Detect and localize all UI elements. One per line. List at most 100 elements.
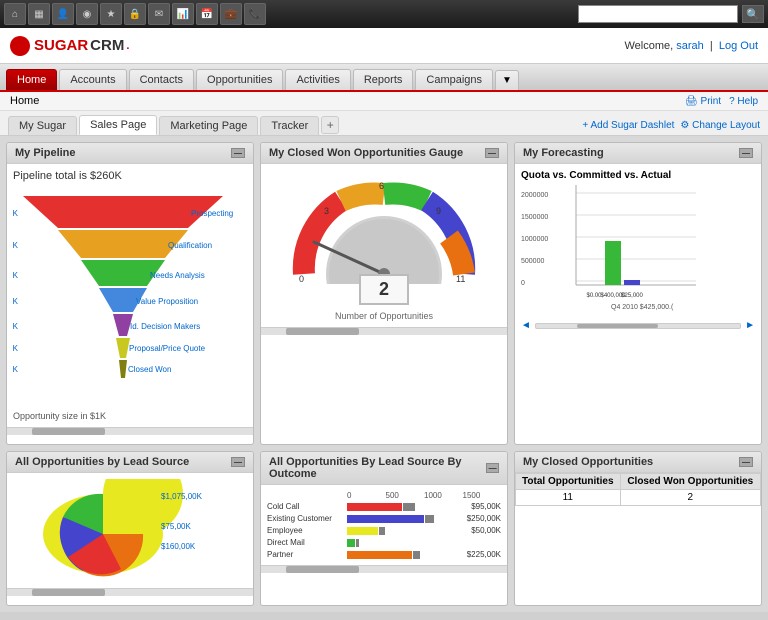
breadcrumb: Home xyxy=(10,95,39,107)
gauge-panel: My Closed Won Opportunities Gauge — xyxy=(260,142,508,445)
pipeline-scrollbar[interactable] xyxy=(7,427,253,435)
outcome-bar-partner-2 xyxy=(413,551,420,559)
outcome-bars-employee xyxy=(347,527,469,535)
svg-text:$1,075,00K: $1,075,00K xyxy=(161,492,203,501)
nav-tab-contacts[interactable]: Contacts xyxy=(129,69,194,90)
by-outcome-scrollbar-thumb[interactable] xyxy=(286,566,360,573)
outcome-bar-coldcall-1 xyxy=(347,503,402,511)
closed-opps-content: Total Opportunities Closed Won Opportuni… xyxy=(515,473,761,506)
toolbar-icon-star[interactable]: ★ xyxy=(100,3,122,25)
outcome-row-partner: Partner $225,00K xyxy=(267,550,501,559)
forecasting-panel: My Forecasting — Quota vs. Committed vs.… xyxy=(514,142,762,445)
svg-text:$10,00K: $10,00K xyxy=(13,322,19,331)
search-button[interactable]: 🔍 xyxy=(742,5,764,23)
help-link[interactable]: ? Help xyxy=(729,96,758,107)
nav-tab-home[interactable]: Home xyxy=(6,69,57,90)
svg-text:$25,00K: $25,00K xyxy=(13,297,19,306)
forecasting-subtitle: Quota vs. Committed vs. Actual xyxy=(521,170,755,181)
outcome-val-existing: $250,00K xyxy=(467,514,501,523)
toolbar-icon-mail[interactable]: ✉ xyxy=(148,3,170,25)
toolbar-icon-home[interactable]: ⌂ xyxy=(4,3,26,25)
svg-text:Closed Won: Closed Won xyxy=(128,365,171,374)
nav-tab-activities[interactable]: Activities xyxy=(285,69,350,90)
forecasting-header: My Forecasting — xyxy=(515,143,761,164)
svg-text:6: 6 xyxy=(379,181,384,191)
outcome-bars-existing xyxy=(347,515,465,523)
toolbar-icon-suitcase[interactable]: 💼 xyxy=(220,3,242,25)
nav-tab-opportunities[interactable]: Opportunities xyxy=(196,69,283,90)
forecasting-next[interactable]: ► xyxy=(745,320,755,331)
outcome-bars-partner xyxy=(347,551,465,559)
pipeline-scrollbar-thumb[interactable] xyxy=(32,428,106,435)
toolbar-icon-chart[interactable]: 📊 xyxy=(172,3,194,25)
forecasting-prev[interactable]: ◄ xyxy=(521,320,531,331)
closed-opps-header: My Closed Opportunities — xyxy=(515,452,761,473)
nav-more-button[interactable]: ▼ xyxy=(495,70,519,90)
pipeline-footer: Opportunity size in $1K xyxy=(13,411,247,421)
toolbar-icon-globe[interactable]: ◉ xyxy=(76,3,98,25)
nav-tab-accounts[interactable]: Accounts xyxy=(59,69,126,90)
outcome-bars-directmail xyxy=(347,539,501,547)
gauge-minimize[interactable]: — xyxy=(485,148,499,158)
svg-text:Q4 2010 $425,000.(: Q4 2010 $425,000.( xyxy=(611,304,674,311)
nav-tab-reports[interactable]: Reports xyxy=(353,69,414,90)
closed-opps-minimize[interactable]: — xyxy=(739,457,753,467)
val-closed-won: 2 xyxy=(620,490,760,506)
user-name-link[interactable]: sarah xyxy=(676,40,704,52)
tab-sales-page[interactable]: Sales Page xyxy=(79,115,157,135)
app-logo: SUGARCRM. xyxy=(10,36,129,56)
outcome-label-existing: Existing Customer xyxy=(267,514,347,523)
outcome-label-directmail: Direct Mail xyxy=(267,538,347,547)
toolbar-icon-grid[interactable]: ▦ xyxy=(28,3,50,25)
svg-text:Prospecting: Prospecting xyxy=(191,209,233,218)
by-outcome-content: 0 500 1000 1500 Cold Call $95,00K Existi… xyxy=(261,485,507,565)
toolbar-icon-calendar[interactable]: 📅 xyxy=(196,3,218,25)
lead-source-minimize[interactable]: — xyxy=(231,457,245,467)
tab-marketing-page[interactable]: Marketing Page xyxy=(159,116,258,135)
svg-text:1000000: 1000000 xyxy=(521,236,548,243)
logo-bar: SUGARCRM. Welcome, sarah | Log Out xyxy=(0,28,768,64)
toolbar-icon-lock[interactable]: 🔒 xyxy=(124,3,146,25)
gauge-label: Number of Opportunities xyxy=(335,311,433,321)
logo-crm: CRM xyxy=(90,37,124,54)
forecasting-scrollbar-thumb[interactable] xyxy=(577,324,659,328)
dashboard: My Pipeline — Pipeline total is $260K $7… xyxy=(0,136,768,612)
gauge-scrollbar[interactable] xyxy=(261,327,507,335)
tab-tracker[interactable]: Tracker xyxy=(260,116,319,135)
nav-tab-campaigns[interactable]: Campaigns xyxy=(415,69,493,90)
by-outcome-title: All Opportunities By Lead Source By Outc… xyxy=(269,456,486,480)
pipeline-title: My Pipeline xyxy=(15,147,76,159)
logo-dot: . xyxy=(126,40,129,52)
pipeline-minimize[interactable]: — xyxy=(231,148,245,158)
svg-text:9: 9 xyxy=(436,206,441,216)
col-total-opps: Total Opportunities xyxy=(516,474,621,490)
svg-text:Qualification: Qualification xyxy=(168,241,212,250)
lead-source-scrollbar[interactable] xyxy=(7,588,253,596)
svg-text:0: 0 xyxy=(299,274,304,284)
svg-text:$25,000: $25,000 xyxy=(621,293,643,299)
add-sugar-dashlet-link[interactable]: + Add Sugar Dashlet xyxy=(582,120,674,131)
by-outcome-scrollbar[interactable] xyxy=(261,565,507,573)
svg-text:2000000: 2000000 xyxy=(521,192,548,199)
outcome-bar-existing-1 xyxy=(347,515,424,523)
print-link[interactable]: 🖨 Print xyxy=(685,96,721,107)
gauge-scrollbar-thumb[interactable] xyxy=(286,328,360,335)
lead-source-scrollbar-thumb[interactable] xyxy=(32,589,106,596)
search-input[interactable] xyxy=(578,5,738,23)
change-layout-link[interactable]: ⚙ Change Layout xyxy=(680,120,760,131)
x-label-0: 0 xyxy=(347,491,386,500)
logout-link[interactable]: Log Out xyxy=(719,40,758,52)
closed-opps-title: My Closed Opportunities xyxy=(523,456,653,468)
outcome-row-existing: Existing Customer $250,00K xyxy=(267,514,501,523)
forecasting-minimize[interactable]: — xyxy=(739,148,753,158)
outcome-label-partner: Partner xyxy=(267,550,347,559)
forecasting-scrollbar[interactable] xyxy=(535,323,741,329)
tab-my-sugar[interactable]: My Sugar xyxy=(8,116,77,135)
by-outcome-minimize[interactable]: — xyxy=(486,463,499,473)
top-toolbar: ⌂ ▦ 👤 ◉ ★ 🔒 ✉ 📊 📅 💼 📞 🔍 xyxy=(0,0,768,28)
toolbar-icon-phone[interactable]: 📞 xyxy=(244,3,266,25)
user-info: Welcome, sarah | Log Out xyxy=(624,40,758,52)
outcome-row-directmail: Direct Mail xyxy=(267,538,501,547)
toolbar-icon-person[interactable]: 👤 xyxy=(52,3,74,25)
tab-add-button[interactable]: + xyxy=(321,116,339,134)
